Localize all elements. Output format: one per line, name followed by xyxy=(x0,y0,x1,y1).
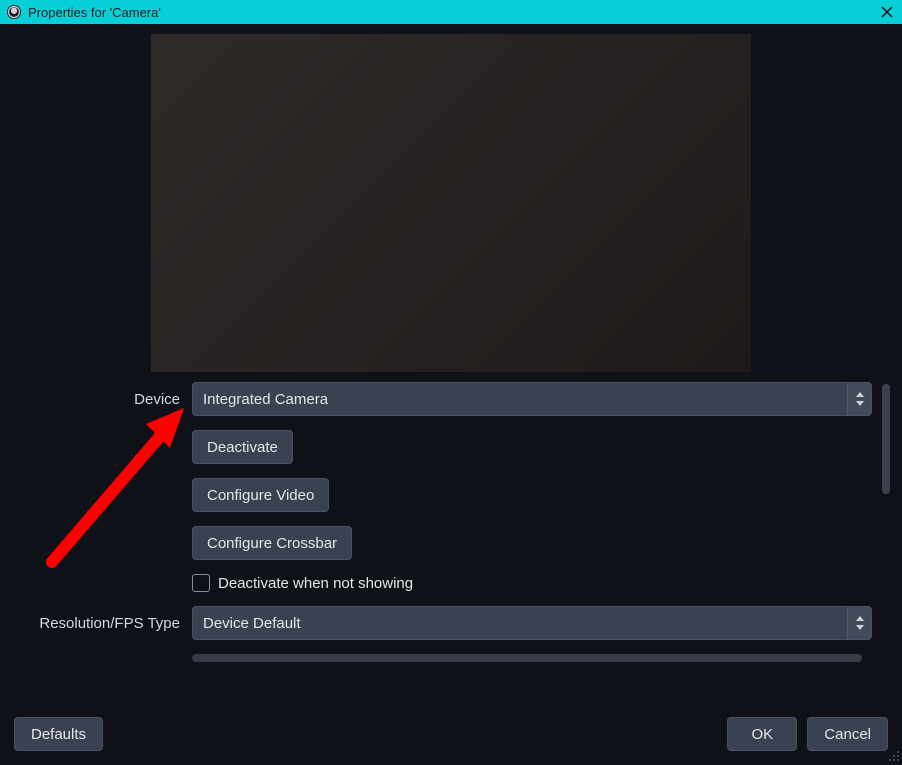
obs-icon xyxy=(6,4,22,20)
ok-button[interactable]: OK xyxy=(727,717,797,751)
form-scrollbar-thumb[interactable] xyxy=(882,384,890,494)
resolution-fps-label: Resolution/FPS Type xyxy=(10,615,180,632)
resolution-fps-dropdown[interactable]: Device Default xyxy=(192,606,872,640)
updown-icon[interactable] xyxy=(847,607,871,639)
partial-scroll-hint xyxy=(192,654,862,662)
resolution-fps-row: Resolution/FPS Type Device Default xyxy=(10,606,872,640)
properties-form: Device Integrated Camera Deactivate Conf… xyxy=(10,382,892,682)
device-dropdown[interactable]: Integrated Camera xyxy=(192,382,872,416)
resolution-fps-dropdown-value: Device Default xyxy=(193,607,847,639)
updown-icon[interactable] xyxy=(847,383,871,415)
resize-grip-icon[interactable] xyxy=(886,748,900,762)
configure-crossbar-button[interactable]: Configure Crossbar xyxy=(192,526,352,560)
dialog-content: Device Integrated Camera Deactivate Conf… xyxy=(0,24,902,682)
cancel-button[interactable]: Cancel xyxy=(807,717,888,751)
deactivate-when-not-showing-label: Deactivate when not showing xyxy=(218,575,413,592)
configure-video-button[interactable]: Configure Video xyxy=(192,478,329,512)
camera-preview xyxy=(151,34,751,372)
dialog-footer: Defaults OK Cancel xyxy=(0,704,902,764)
deactivate-when-not-showing-checkbox[interactable] xyxy=(192,574,210,592)
close-button[interactable] xyxy=(878,3,896,21)
deactivate-when-not-showing-row[interactable]: Deactivate when not showing xyxy=(192,574,872,592)
preview-area xyxy=(10,24,892,382)
titlebar[interactable]: Properties for 'Camera' xyxy=(0,0,902,24)
device-label: Device xyxy=(10,391,180,408)
window-title: Properties for 'Camera' xyxy=(28,5,878,20)
deactivate-button[interactable]: Deactivate xyxy=(192,430,293,464)
device-row: Device Integrated Camera xyxy=(10,382,872,416)
device-dropdown-value: Integrated Camera xyxy=(193,383,847,415)
defaults-button[interactable]: Defaults xyxy=(14,717,103,751)
